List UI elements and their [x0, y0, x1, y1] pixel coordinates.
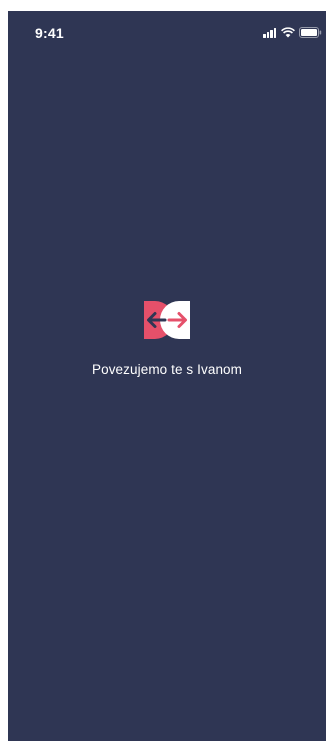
battery-icon	[299, 27, 322, 38]
status-icons	[263, 26, 322, 38]
status-bar: 9:41	[8, 11, 326, 55]
app-logo-icon	[144, 301, 190, 339]
phone-screen: 9:41 Povezujemo te s Ivanom	[8, 11, 326, 741]
connecting-panel: Povezujemo te s Ivanom	[8, 298, 326, 377]
connecting-message: Povezujemo te s Ivanom	[91, 362, 243, 377]
signal-icon	[263, 27, 277, 38]
status-time: 9:41	[35, 25, 64, 41]
wifi-icon	[281, 27, 295, 38]
